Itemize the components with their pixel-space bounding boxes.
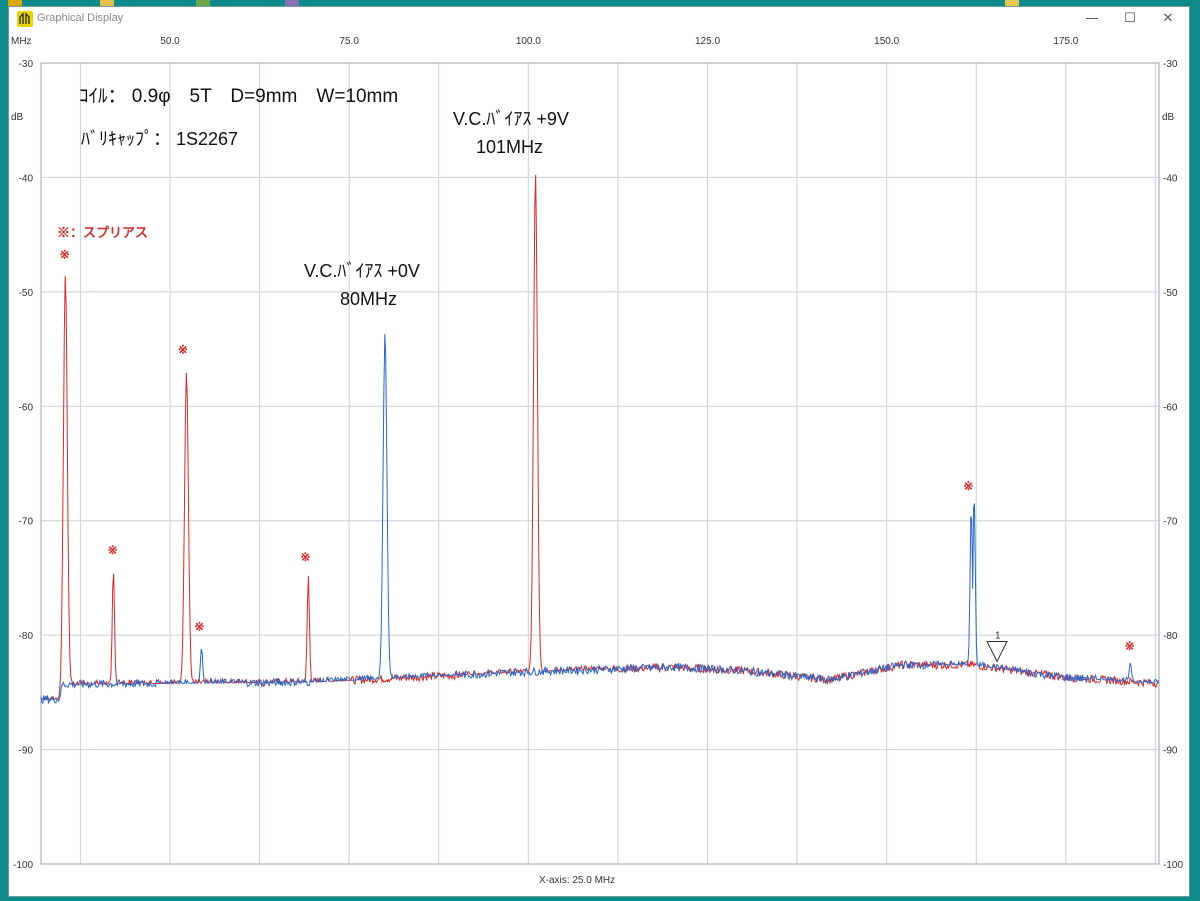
marker-label: 1 — [995, 630, 1001, 641]
x-tick-label: 75.0 — [339, 36, 359, 47]
spur-marker: ※ — [60, 248, 70, 262]
y-tick-label-left: -100 — [13, 860, 33, 871]
varicap-annotation: ﾊﾞﾘｷｬｯﾌﾟ： 1S2267 — [81, 129, 238, 149]
x-unit-label: MHz — [11, 36, 32, 47]
y-tick-label-left: -70 — [19, 517, 34, 528]
axes: MHz dB dB X-axis: 25.0 MHz — [11, 36, 1175, 886]
vc0-freq: 80MHz — [340, 289, 397, 309]
x-tick-label: 125.0 — [695, 36, 720, 47]
y-unit-label-left: dB — [11, 112, 24, 123]
y-tick-label-right: -50 — [1163, 288, 1178, 299]
series-line-0 — [40, 174, 1160, 700]
y-tick-label-left: -90 — [19, 746, 34, 757]
marker-triangle[interactable] — [986, 640, 1008, 663]
spur-marker: ※ — [963, 479, 973, 493]
vc9-label: V.C.ﾊﾞｲｱｽ +9V — [453, 109, 569, 129]
y-tick-label-right: -70 — [1163, 517, 1178, 528]
x-axis-label: X-axis: 25.0 MHz — [539, 875, 615, 886]
y-unit-label-right: dB — [1162, 112, 1175, 123]
spectrum-chart: MHz dB dB X-axis: 25.0 MHz 50.0 75.0 100.0… — [11, 36, 1183, 886]
x-tick-label: 175.0 — [1053, 36, 1078, 47]
plot-frame — [40, 62, 1160, 865]
x-tick-label: 150.0 — [874, 36, 899, 47]
vc0-label: V.C.ﾊﾞｲｱｽ +0V — [304, 261, 420, 281]
y-tick-label-left: -50 — [19, 288, 34, 299]
y-tick-label-right: -40 — [1163, 173, 1178, 184]
coil-annotation: ｺｲﾙ： 0.9φ 5T D=9mm W=10mm — [79, 86, 398, 107]
y-tick-label-left: -80 — [19, 631, 34, 642]
y-tick-label-left: -40 — [19, 173, 34, 184]
grid — [41, 62, 1159, 865]
x-tick-label: 50.0 — [160, 36, 180, 47]
spur-marker: ※ — [1125, 639, 1135, 653]
vc9-freq: 101MHz — [476, 137, 543, 157]
spur-marker: ※ — [194, 620, 204, 634]
tick-labels: 50.0 75.0 100.0 125.0 150.0 175.0 -30 -30 -40 -40… — [13, 36, 1183, 871]
spur-markers: ※ ※ ※ ※ ※ ※ ※ — [60, 248, 1135, 653]
spur-marker: ※ — [300, 550, 310, 564]
y-tick-label-right: -80 — [1163, 631, 1178, 642]
series — [40, 174, 1160, 704]
graphical-display-window: Graphical Display — ☐ ✕ MHz dB dB X-axis… — [8, 6, 1190, 897]
spurious-legend: ※：スプリアス — [57, 225, 148, 240]
y-tick-label-right: -30 — [1163, 59, 1178, 70]
x-tick-label: 100.0 — [516, 36, 541, 47]
annotations: ｺｲﾙ： 0.9φ 5T D=9mm W=10mm ﾊﾞﾘｷｬｯﾌﾟ： 1S22… — [57, 86, 569, 309]
y-tick-label-left: -60 — [19, 402, 34, 413]
spur-marker: ※ — [108, 543, 118, 557]
y-tick-label-right: -90 — [1163, 746, 1178, 757]
spur-marker: ※ — [178, 343, 188, 357]
y-tick-label-left: -30 — [19, 59, 34, 70]
y-tick-label-right: -60 — [1163, 402, 1178, 413]
y-tick-label-right: -100 — [1163, 860, 1183, 871]
